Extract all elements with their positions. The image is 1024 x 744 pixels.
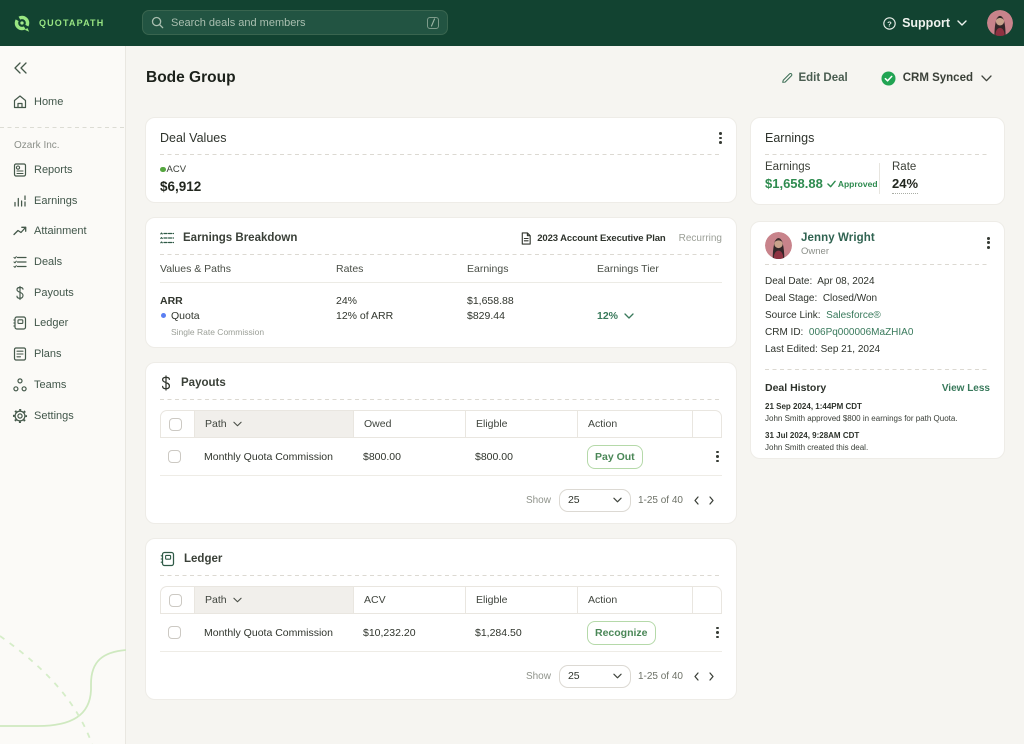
svg-text:?: ? [887,19,892,28]
